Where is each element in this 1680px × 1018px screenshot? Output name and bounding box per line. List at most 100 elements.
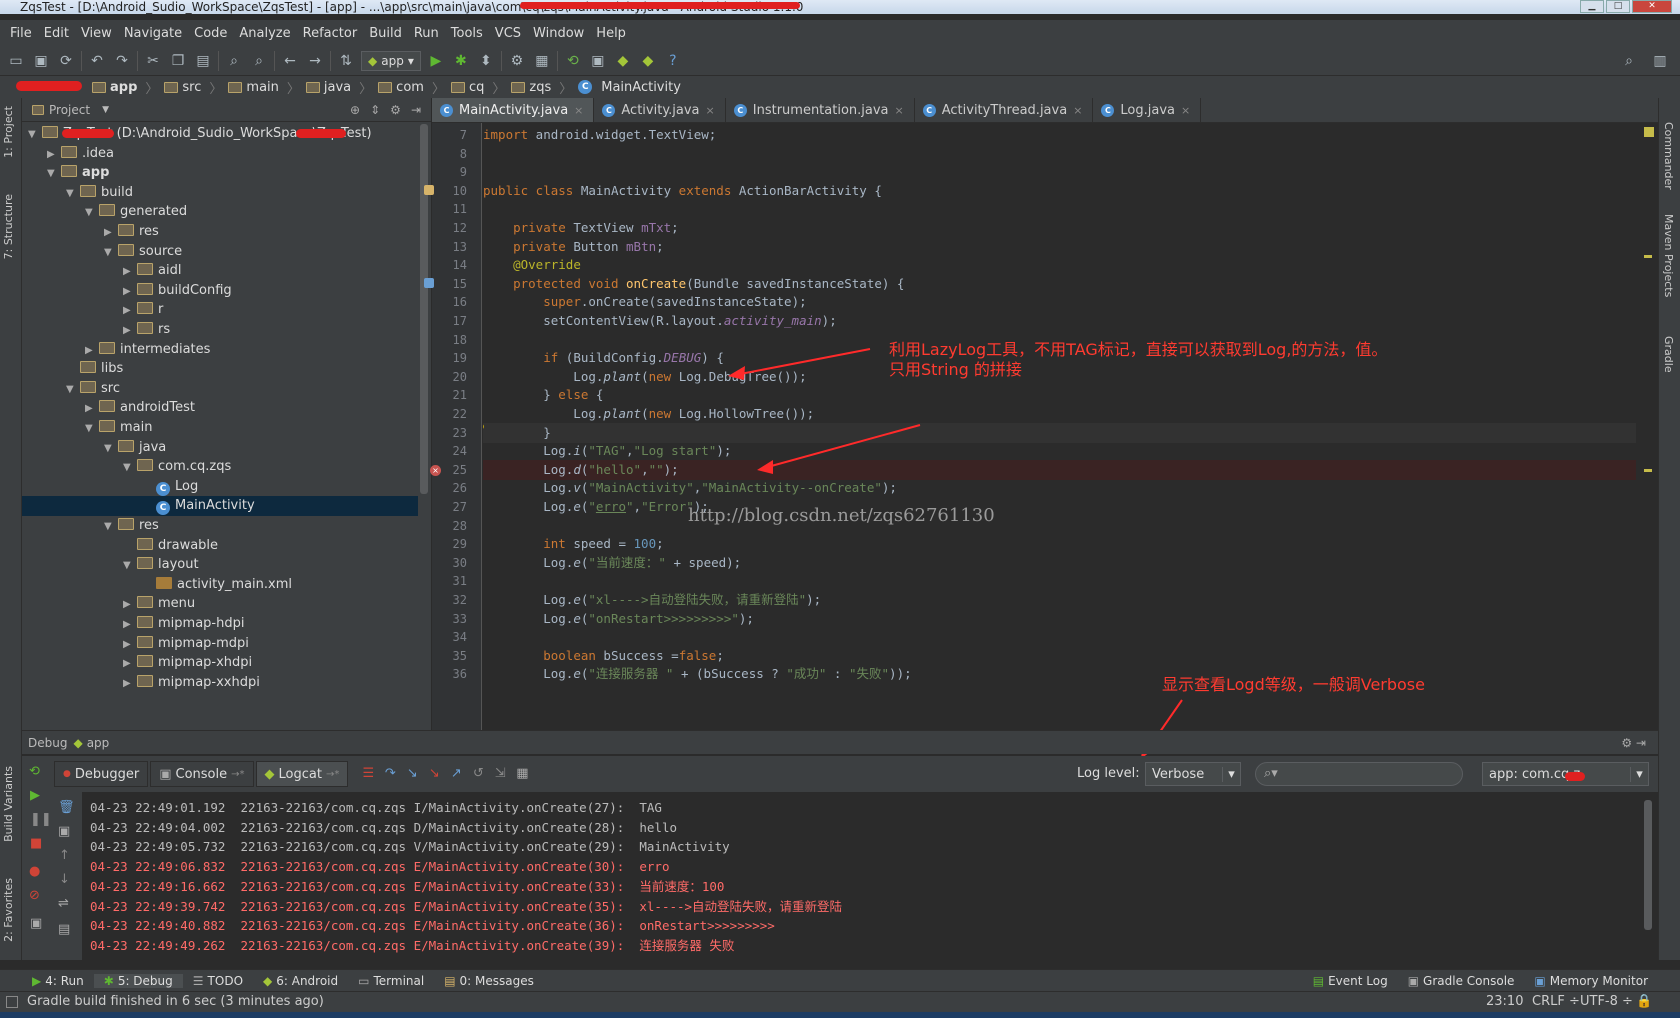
log-line[interactable]: 04-23 22:49:06.832 22163-22163/com.cq.zq… bbox=[90, 857, 669, 877]
tree-item[interactable]: ▶ androidTest bbox=[22, 398, 195, 418]
log-line[interactable]: 04-23 22:49:39.742 22163-22163/com.cq.zq… bbox=[90, 897, 842, 917]
menu-item-code[interactable]: Code bbox=[188, 26, 233, 41]
chevron-down-icon[interactable]: ▼ bbox=[102, 105, 109, 115]
expanded-arrow-icon[interactable]: ▼ bbox=[104, 243, 118, 263]
hide-panel-icon[interactable]: ⇥ bbox=[411, 103, 421, 117]
android-sdk-icon[interactable]: ◆ bbox=[638, 51, 658, 71]
log-line[interactable]: 04-23 22:49:40.882 22163-22163/com.cq.zq… bbox=[90, 916, 775, 936]
project-panel-title[interactable]: Project bbox=[49, 103, 90, 117]
scroll-from-source-icon[interactable]: ⊕ bbox=[350, 103, 360, 117]
tree-item[interactable]: ▶ r bbox=[22, 300, 163, 320]
collapsed-arrow-icon[interactable]: ▶ bbox=[123, 674, 137, 694]
file-encoding[interactable]: UTF-8 ÷ bbox=[1580, 992, 1633, 1012]
log-line[interactable]: 04-23 22:49:05.732 22163-22163/com.cq.zq… bbox=[90, 837, 730, 857]
menu-item-view[interactable]: View bbox=[75, 26, 118, 41]
tree-item[interactable]: activity_main.xml bbox=[22, 575, 292, 595]
warning-marker[interactable] bbox=[1644, 255, 1652, 258]
editor-tab[interactable]: C Activity.java × bbox=[594, 98, 726, 122]
menu-item-analyze[interactable]: Analyze bbox=[233, 26, 296, 41]
collapsed-arrow-icon[interactable]: ▶ bbox=[123, 301, 137, 321]
code-line[interactable]: int speed = 100; bbox=[483, 534, 1636, 554]
show-execution-point-icon[interactable]: ☰ bbox=[360, 766, 376, 782]
breadcrumb-item[interactable]: src 〉 bbox=[164, 78, 222, 97]
save-icon[interactable]: ▣ bbox=[31, 51, 51, 71]
tab-terminal[interactable]: ▭ Terminal bbox=[348, 974, 434, 988]
class-marker-icon[interactable] bbox=[424, 184, 434, 195]
tab-messages[interactable]: ▤ 0: Messages bbox=[434, 974, 544, 988]
breadcrumb-item[interactable]: cq 〉 bbox=[450, 78, 505, 97]
sdk-manager-icon[interactable]: ▦ bbox=[532, 51, 552, 71]
tab-favorites[interactable]: 2: Favorites bbox=[2, 878, 15, 942]
warning-marker[interactable] bbox=[1644, 127, 1654, 137]
back-icon[interactable]: ← bbox=[280, 51, 300, 71]
run-config-select[interactable]: ◆ app ▾ bbox=[361, 50, 421, 71]
editor-tab[interactable]: C MainActivity.java × bbox=[432, 98, 595, 122]
tab-event-log[interactable]: ▤ Event Log bbox=[1303, 974, 1398, 988]
copy-icon[interactable]: ❐ bbox=[168, 51, 188, 71]
code-line[interactable]: Log.e("连接服务器 " + (bSuccess ? "成功" : "失败"… bbox=[483, 664, 1636, 684]
device-monitor-icon[interactable]: ◆ bbox=[613, 51, 633, 71]
run-icon[interactable]: ▶ bbox=[426, 51, 446, 71]
code-line[interactable]: private Button mBtn; bbox=[483, 237, 1636, 257]
tree-item[interactable]: ▼ com.cq.zqs bbox=[22, 457, 231, 477]
logcat-output[interactable]: 04-23 22:49:01.192 22163-22163/com.cq.zq… bbox=[82, 796, 1640, 960]
gradle-sync-icon[interactable]: ⟲ bbox=[563, 51, 583, 71]
tree-item[interactable]: ▶ mipmap-xhdpi bbox=[22, 653, 252, 673]
code-line[interactable]: import android.widget.TextView; bbox=[483, 125, 1636, 145]
code-line[interactable] bbox=[483, 144, 1636, 164]
tab-android[interactable]: ◆ 6: Android bbox=[253, 974, 348, 988]
collapsed-arrow-icon[interactable]: ▶ bbox=[85, 399, 99, 419]
expanded-arrow-icon[interactable]: ▼ bbox=[85, 203, 99, 223]
breadcrumb-item[interactable]: com 〉 bbox=[378, 78, 445, 97]
tree-item[interactable]: ▶ aidl bbox=[22, 261, 181, 281]
up-icon[interactable]: ↑ bbox=[59, 848, 70, 863]
redo-icon[interactable]: ↷ bbox=[112, 51, 132, 71]
close-tab-icon[interactable]: × bbox=[1073, 104, 1082, 117]
gear-icon[interactable]: ⚙ bbox=[390, 103, 401, 117]
log-line[interactable]: 04-23 22:49:49.262 22163-22163/com.cq.zq… bbox=[90, 936, 734, 956]
menu-item-build[interactable]: Build bbox=[363, 26, 408, 41]
tree-item[interactable]: ▶ rs bbox=[22, 320, 170, 340]
expanded-arrow-icon[interactable]: ▼ bbox=[123, 556, 137, 576]
menu-item-window[interactable]: Window bbox=[527, 26, 590, 41]
logcat-search-input[interactable]: ⌕▾ bbox=[1255, 762, 1463, 786]
intention-bulb-icon[interactable]: 💡 bbox=[483, 423, 487, 438]
override-marker-icon[interactable] bbox=[424, 277, 434, 288]
tree-item[interactable]: ▼ source bbox=[22, 242, 182, 262]
force-step-into-icon[interactable]: ↘ bbox=[426, 766, 442, 782]
project-structure-icon[interactable]: ⚙ bbox=[507, 51, 527, 71]
breadcrumb-item[interactable]: zqs 〉 bbox=[511, 78, 572, 97]
breadcrumb-item[interactable]: app 〉 bbox=[92, 78, 158, 97]
menu-item-help[interactable]: Help bbox=[590, 26, 632, 41]
stop-icon[interactable]: ■ bbox=[30, 836, 42, 851]
tab-build-variants[interactable]: Build Variants bbox=[2, 766, 15, 842]
editor-tab[interactable]: C Instrumentation.java × bbox=[726, 98, 915, 122]
tab-debug[interactable]: ✱ 5: Debug bbox=[93, 973, 183, 988]
mute-breakpoints-icon[interactable]: ⊘ bbox=[29, 888, 40, 903]
tree-item[interactable]: ▶ buildConfig bbox=[22, 281, 232, 301]
menu-item-navigate[interactable]: Navigate bbox=[118, 26, 188, 41]
expanded-arrow-icon[interactable]: ▼ bbox=[104, 517, 118, 537]
collapsed-arrow-icon[interactable]: ▶ bbox=[123, 282, 137, 302]
collapsed-arrow-icon[interactable]: ▶ bbox=[123, 262, 137, 282]
rerun-icon[interactable]: ⟲ bbox=[29, 764, 40, 779]
find-icon[interactable]: ⌕ bbox=[224, 51, 244, 71]
tab-structure[interactable]: 7: Structure bbox=[2, 194, 15, 259]
maximize-button[interactable]: □ bbox=[1606, 0, 1630, 13]
tree-item[interactable]: ▼ java bbox=[22, 438, 166, 458]
menu-item-run[interactable]: Run bbox=[408, 26, 445, 41]
code-line[interactable]: Log.e("当前速度：" + speed); bbox=[483, 553, 1636, 573]
status-message[interactable]: Gradle build finished in 6 sec (3 minute… bbox=[27, 992, 324, 1012]
collapsed-arrow-icon[interactable]: ▶ bbox=[123, 654, 137, 674]
editor-tab[interactable]: C ActivityThread.java × bbox=[915, 98, 1094, 122]
collapsed-arrow-icon[interactable]: ▶ bbox=[104, 223, 118, 243]
run-to-cursor-icon[interactable]: ⇲ bbox=[492, 766, 508, 782]
open-folder-icon[interactable]: ▭ bbox=[6, 51, 26, 71]
tab-gradle[interactable]: Gradle bbox=[1662, 336, 1675, 373]
log-line[interactable]: 04-23 22:49:01.192 22163-22163/com.cq.zq… bbox=[90, 798, 662, 818]
tab-todo[interactable]: ☰ TODO bbox=[183, 974, 253, 988]
tree-item[interactable]: ▶ mipmap-hdpi bbox=[22, 614, 244, 634]
log-level-select[interactable]: Verbose ▾ bbox=[1145, 762, 1241, 786]
paste-icon[interactable]: ▤ bbox=[193, 51, 213, 71]
undo-icon[interactable]: ↶ bbox=[87, 51, 107, 71]
